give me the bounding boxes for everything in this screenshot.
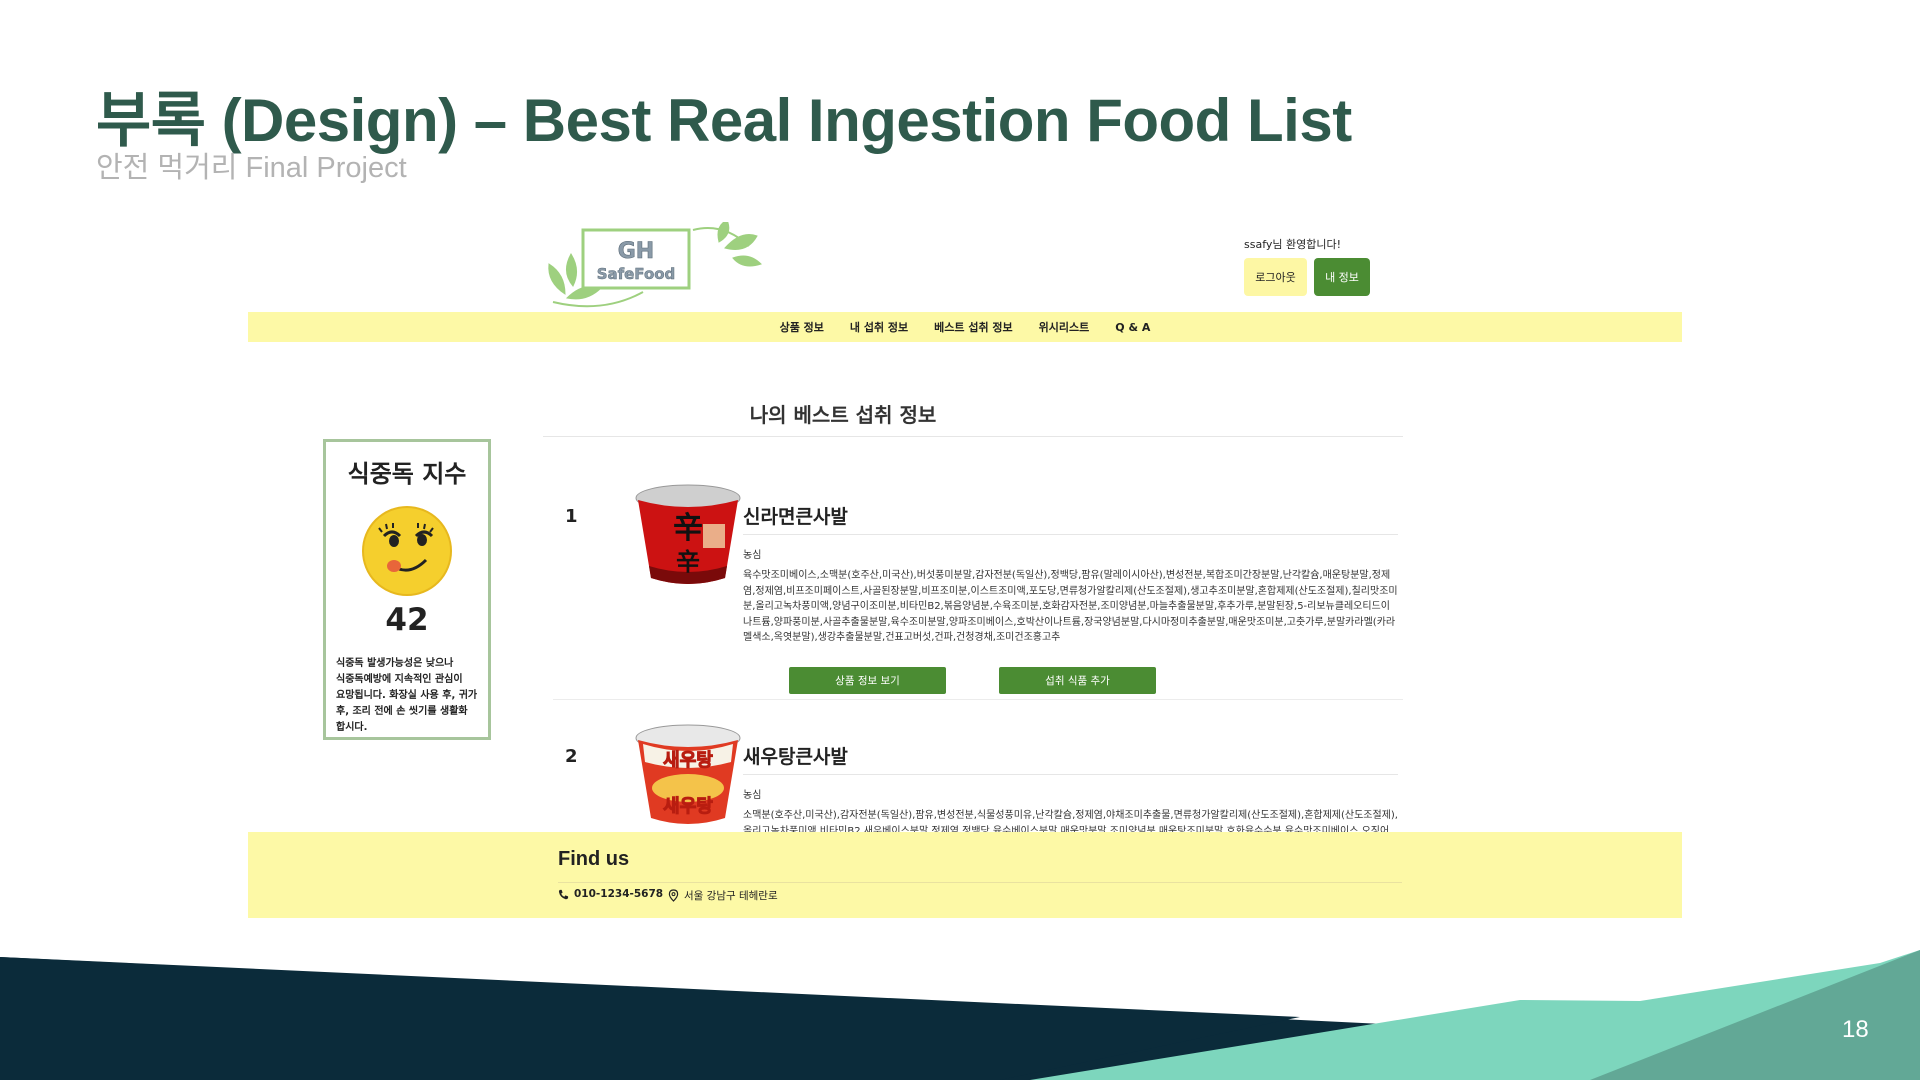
- address-text: 서울 강남구 테헤란로: [684, 890, 778, 902]
- svg-text:GH: GH: [618, 239, 654, 264]
- svg-text:SafeFood: SafeFood: [597, 265, 676, 283]
- gh-safefood-logo[interactable]: GH SafeFood: [543, 222, 773, 322]
- nav-item-wishlist[interactable]: 위시리스트: [1039, 319, 1090, 335]
- item-name: 신라면큰사발: [743, 506, 848, 528]
- svg-text:새우탕: 새우탕: [663, 750, 713, 771]
- item-divider: [743, 774, 1398, 775]
- item-separator: [553, 699, 1403, 700]
- phone-number: 010-1234-5678: [574, 888, 664, 900]
- footer-phone: 010-1234-5678: [558, 888, 663, 900]
- my-info-button[interactable]: 내 정보: [1314, 258, 1370, 296]
- shrimp-noodle-cup-image[interactable]: 새우탕 새우탕: [633, 722, 743, 832]
- item-maker: 농심: [743, 790, 762, 801]
- index-title: 식중독 지수: [347, 460, 467, 488]
- footer-address: 서울 강남구 테헤란로: [668, 888, 778, 903]
- phone-icon: [558, 889, 569, 899]
- page-heading: 나의 베스트 섭취 정보: [749, 403, 937, 427]
- bottom-decoration: [0, 950, 1920, 1080]
- logout-button[interactable]: 로그아웃: [1244, 258, 1307, 296]
- website-screenshot: GH SafeFood ssafy님 환영합니다! 로그아웃 내 정보 상품 정…: [248, 222, 1682, 918]
- svg-text:辛: 辛: [676, 547, 700, 576]
- index-description: 식중독 발생가능성은 낮으나 식중독예방에 지속적인 관심이 요망됩니다. 화장…: [336, 658, 478, 733]
- item-ingredients: 육수맛조미베이스,소맥분(호주산,미국산),버섯풍미분말,감자전분(독일산),정…: [743, 570, 1398, 643]
- add-intake-button[interactable]: 섭취 식품 추가: [999, 667, 1156, 694]
- svg-text:새우탕: 새우탕: [663, 796, 713, 817]
- page-number: 18: [1842, 1016, 1869, 1043]
- nav-item-product-info[interactable]: 상품 정보: [780, 319, 824, 335]
- view-product-button[interactable]: 상품 정보 보기: [789, 667, 946, 694]
- item-name: 새우탕큰사발: [743, 746, 848, 768]
- item-divider: [743, 534, 1398, 535]
- welcome-message: ssafy님 환영합니다!: [1244, 238, 1342, 251]
- svg-text:辛: 辛: [673, 511, 703, 546]
- item-rank: 2: [565, 746, 578, 767]
- main-nav: 상품 정보 내 섭취 정보 베스트 섭취 정보 위시리스트 Q & A: [248, 312, 1682, 342]
- nav-item-best-intake[interactable]: 베스트 섭취 정보: [934, 319, 1013, 335]
- slide-subtitle: 안전 먹거리 Final Project: [96, 152, 407, 184]
- site-footer: Find us 010-1234-5678 서울 강남구 테헤란로: [248, 832, 1682, 918]
- smiley-face-icon: [362, 506, 452, 596]
- food-poisoning-index-card: 식중독 지수 42 식중독 발생가능성은 낮으나 식중독예방에 지속적인 관심이…: [323, 439, 491, 740]
- item-rank: 1: [565, 506, 578, 527]
- nav-item-qna[interactable]: Q & A: [1115, 321, 1150, 334]
- footer-divider: [558, 882, 1402, 883]
- heading-divider: [543, 436, 1403, 437]
- shin-ramyun-cup-image[interactable]: 辛 辛: [633, 482, 743, 592]
- location-pin-icon: [668, 889, 679, 902]
- index-value: 42: [385, 602, 429, 638]
- footer-title: Find us: [558, 848, 630, 870]
- item-maker: 농심: [743, 550, 762, 561]
- nav-item-my-intake[interactable]: 내 섭취 정보: [850, 319, 908, 335]
- list-item: 1 辛 辛 신라면큰사발 농심 육수맛조미베이스,소맥분(호주산,미국산),버섯…: [553, 474, 1403, 704]
